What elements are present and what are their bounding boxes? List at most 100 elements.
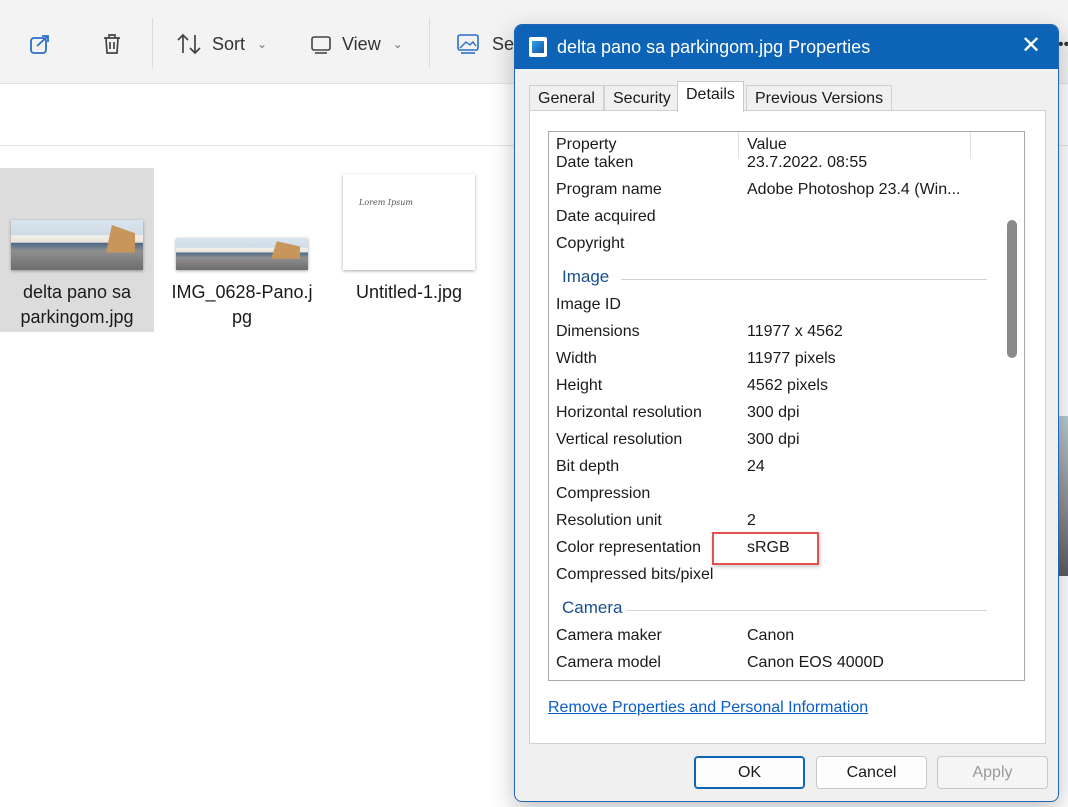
- property-row[interactable]: Camera maker Canon: [549, 623, 1001, 650]
- tab-general[interactable]: General: [529, 85, 604, 111]
- delete-button[interactable]: [100, 26, 124, 62]
- scrollbar-thumb[interactable]: [1007, 220, 1017, 358]
- vertical-scrollbar[interactable]: [1002, 132, 1024, 680]
- property-row[interactable]: Dimensions 11977 x 4562: [549, 319, 1001, 346]
- background-window-edge: [1058, 416, 1068, 576]
- details-panel: Property Value Date taken 23.7.2022. 08:5…: [529, 110, 1046, 744]
- image-file-icon: [529, 37, 547, 57]
- sort-icon: [177, 33, 201, 55]
- property-name: Vertical resolution: [556, 431, 683, 448]
- file-tile[interactable]: Lorem Ipsum Untitled-1.jpg: [332, 168, 486, 332]
- property-row[interactable]: Image ID: [549, 292, 1001, 319]
- section-divider: [621, 279, 987, 280]
- tab-details[interactable]: Details: [677, 81, 744, 112]
- thumbnail-text: Lorem Ipsum: [359, 198, 413, 207]
- property-value: 11977 x 4562: [747, 323, 843, 340]
- property-name: Resolution unit: [556, 512, 662, 529]
- property-name: Dimensions: [556, 323, 640, 340]
- toolbar-divider: [429, 18, 430, 68]
- property-name: Date taken: [556, 154, 634, 171]
- property-row[interactable]: Horizontal resolution 300 dpi: [549, 400, 1001, 427]
- set-as-background-button[interactable]: Se: [456, 26, 514, 62]
- file-thumbnail: [176, 238, 308, 270]
- property-name: Compression: [556, 485, 651, 502]
- more-options-icon[interactable]: •••: [1058, 36, 1068, 54]
- remove-properties-link[interactable]: Remove Properties and Personal Informati…: [548, 699, 868, 717]
- dialog-title: delta pano sa parkingom.jpg Properties: [557, 37, 871, 57]
- property-row[interactable]: Date acquired: [549, 204, 1001, 231]
- sort-button[interactable]: Sort ⌄: [176, 26, 267, 62]
- property-value: Adobe Photoshop 23.4 (Win...: [747, 181, 961, 198]
- property-row[interactable]: Camera model Canon EOS 4000D: [549, 650, 1001, 677]
- property-name: Height: [556, 377, 603, 394]
- chevron-down-icon: ⌄: [392, 37, 403, 51]
- property-row[interactable]: Compression: [549, 481, 1001, 508]
- property-name: Width: [556, 350, 597, 367]
- properties-dialog: delta pano sa parkingom.jpg Properties ✕…: [514, 24, 1059, 802]
- tab-previous-versions[interactable]: Previous Versions: [746, 85, 893, 111]
- file-tile[interactable]: delta pano sa parkingom.jpg: [0, 168, 154, 332]
- property-name: Camera maker: [556, 627, 662, 644]
- file-tile[interactable]: IMG_0628-Pano.j pg: [165, 168, 319, 332]
- property-name: Compressed bits/pixel: [556, 566, 714, 583]
- section-camera: Camera: [549, 595, 1001, 622]
- set-label: Se: [492, 33, 515, 54]
- section-title: Camera: [562, 598, 627, 618]
- file-name-line: delta pano sa: [22, 282, 132, 302]
- dialog-titlebar: delta pano sa parkingom.jpg Properties ✕: [515, 25, 1058, 69]
- property-value: 24: [747, 458, 765, 475]
- property-row[interactable]: Vertical resolution 300 dpi: [549, 427, 1001, 454]
- ok-button[interactable]: OK: [694, 756, 805, 789]
- property-row[interactable]: Date taken 23.7.2022. 08:55: [549, 150, 1001, 177]
- property-name: Copyright: [556, 235, 625, 252]
- property-name: Horizontal resolution: [556, 404, 702, 421]
- section-title: Image: [562, 267, 614, 287]
- property-name: Date acquired: [556, 208, 656, 225]
- property-value: 4562 pixels: [747, 377, 828, 394]
- desktop-stage: Sort ⌄ View ⌄ Se ••• delta pano sa parki…: [0, 0, 1068, 807]
- cancel-button[interactable]: Cancel: [816, 756, 927, 789]
- image-icon: [457, 34, 479, 54]
- file-thumbnail: Lorem Ipsum: [343, 174, 475, 270]
- property-row[interactable]: Bit depth 24: [549, 454, 1001, 481]
- share-icon: [30, 35, 49, 54]
- file-name-line: parkingom.jpg: [20, 307, 134, 327]
- sort-label: Sort: [212, 33, 246, 54]
- property-row[interactable]: Copyright: [549, 231, 1001, 258]
- file-name-line: pg: [231, 307, 253, 327]
- file-name-line: IMG_0628-Pano.j: [171, 282, 313, 302]
- property-row[interactable]: Height 4562 pixels: [549, 373, 1001, 400]
- section-divider: [627, 610, 987, 611]
- apply-button[interactable]: Apply: [937, 756, 1048, 789]
- view-button[interactable]: View ⌄: [310, 26, 403, 62]
- file-name-line: Untitled-1.jpg: [355, 282, 463, 302]
- share-button[interactable]: [28, 26, 52, 62]
- view-label: View: [342, 33, 381, 54]
- trash-icon: [104, 34, 120, 54]
- property-row[interactable]: Program name Adobe Photoshop 23.4 (Win...: [549, 177, 1001, 204]
- toolbar-divider: [152, 18, 153, 68]
- property-name: Image ID: [556, 296, 621, 313]
- view-icon: [311, 36, 331, 54]
- highlight-annotation: [712, 532, 819, 565]
- property-row[interactable]: Resolution unit 2: [549, 508, 1001, 535]
- property-row[interactable]: Compressed bits/pixel: [549, 562, 1001, 589]
- tab-security[interactable]: Security: [604, 85, 680, 111]
- file-thumbnail: [11, 220, 143, 270]
- chevron-down-icon: ⌄: [257, 37, 268, 51]
- property-value: 23.7.2022. 08:55: [747, 154, 868, 171]
- properties-list[interactable]: Property Value Date taken 23.7.2022. 08:5…: [548, 131, 1025, 681]
- property-value: 2: [747, 512, 756, 529]
- property-row[interactable]: Width 11977 pixels: [549, 346, 1001, 373]
- property-name: Color representation: [556, 539, 701, 556]
- property-value: 300 dpi: [747, 404, 800, 421]
- property-name: Camera model: [556, 654, 661, 671]
- property-value: 11977 pixels: [747, 350, 836, 367]
- property-value: Canon EOS 4000D: [747, 654, 884, 671]
- close-icon[interactable]: ✕: [1018, 34, 1044, 60]
- section-image: Image: [549, 264, 1001, 291]
- property-value: 300 dpi: [747, 431, 800, 448]
- property-name: Bit depth: [556, 458, 620, 475]
- property-value: Canon: [747, 627, 795, 644]
- property-name: Program name: [556, 181, 662, 198]
